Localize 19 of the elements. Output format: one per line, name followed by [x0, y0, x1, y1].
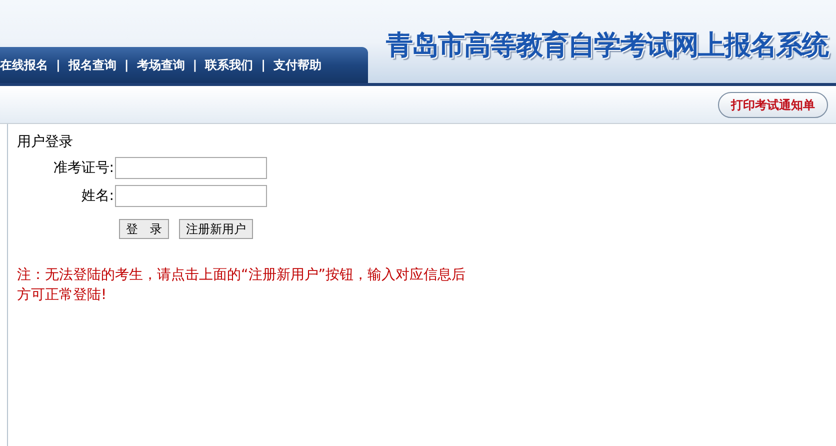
nav-link[interactable]: 考场查询 — [136, 56, 185, 74]
field-label: 准考证号: — [52, 158, 114, 178]
register-button[interactable]: 注册新用户 — [179, 219, 253, 239]
note-text: 注：无法登陆的考生，请点击上面的“注册新用户”按钮，输入对应信息后方可正常登陆! — [17, 266, 467, 305]
print-notice-button[interactable]: 打印考试通知单 — [718, 92, 828, 118]
site-title: 青岛市高等教育自学考试网上报名系统 — [386, 29, 828, 63]
nav-link[interactable]: 报名查询 — [68, 56, 116, 74]
field-label: 姓名: — [80, 186, 114, 206]
nav-separator: | — [124, 57, 129, 74]
input-field[interactable] — [115, 157, 267, 179]
nav-link[interactable]: 联系我们 — [205, 56, 254, 74]
nav-link[interactable]: 在线报名 — [0, 56, 48, 74]
login-button[interactable]: 登 录 — [119, 219, 169, 239]
nav-separator: | — [192, 57, 198, 74]
nav-separator: | — [261, 57, 266, 74]
login-heading: 用户登录 — [17, 133, 74, 152]
nav-separator: | — [56, 57, 60, 74]
input-field[interactable] — [115, 185, 267, 207]
nav-link[interactable]: 支付帮助 — [274, 56, 322, 74]
